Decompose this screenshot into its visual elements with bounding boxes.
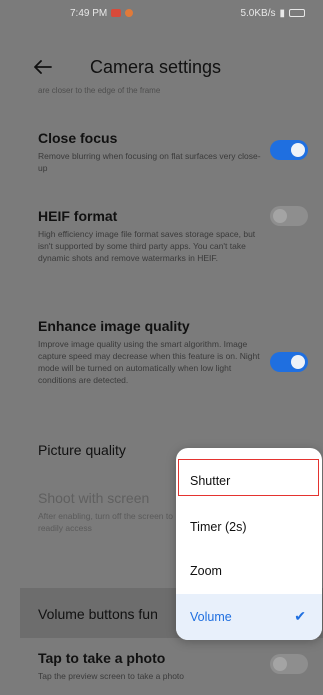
- battery-icon: [289, 9, 305, 17]
- setting-volume-buttons[interactable]: Volume buttons fun: [38, 606, 158, 622]
- setting-picture-quality[interactable]: Picture quality: [38, 442, 126, 458]
- status-bar: 7:49 PM 5.0KB/s ▮: [0, 0, 323, 26]
- setting-title: HEIF format: [38, 208, 118, 224]
- menu-item-label: Shutter: [190, 474, 231, 488]
- status-time: 7:49 PM: [70, 7, 108, 19]
- tap-photo-toggle[interactable]: [270, 654, 308, 674]
- notification-icon: [111, 9, 122, 17]
- menu-item-shutter[interactable]: Shutter: [176, 458, 322, 504]
- menu-item-label: Timer (2s): [190, 520, 247, 534]
- app-notification-icon: [125, 9, 134, 17]
- menu-item-volume[interactable]: Volume ✔: [176, 594, 322, 640]
- clipped-description: are closer to the edge of the frame: [38, 86, 161, 95]
- menu-item-label: Zoom: [190, 564, 222, 578]
- back-button[interactable]: [30, 54, 56, 80]
- heif-toggle[interactable]: [270, 206, 308, 226]
- setting-enhance-image-quality[interactable]: Enhance image quality Improve image qual…: [38, 318, 266, 386]
- page-title: Camera settings: [90, 57, 222, 77]
- back-arrow-icon: [34, 60, 52, 74]
- setting-title: Tap to take a photo: [38, 650, 166, 666]
- network-speed: 5.0KB/s: [240, 7, 276, 19]
- volume-buttons-menu: Shutter Timer (2s) Zoom Volume ✔: [176, 448, 322, 640]
- setting-description: Improve image quality using the smart al…: [38, 339, 260, 385]
- header: Camera settings: [0, 48, 323, 88]
- enhance-quality-toggle[interactable]: [270, 352, 308, 372]
- close-focus-toggle[interactable]: [270, 140, 308, 160]
- setting-description: High efficiency image file format saves …: [38, 229, 256, 263]
- setting-description: Remove blurring when focusing on flat su…: [38, 151, 261, 173]
- setting-heif-format[interactable]: HEIF format High efficiency image file f…: [38, 208, 266, 264]
- menu-item-timer[interactable]: Timer (2s): [176, 504, 322, 550]
- setting-description: Tap the preview screen to take a photo: [38, 671, 185, 681]
- menu-item-label: Volume: [190, 610, 232, 624]
- check-icon: ✔: [294, 608, 306, 624]
- setting-shoot-with-screen[interactable]: Shoot with screen: [38, 490, 149, 506]
- setting-title: Enhance image quality: [38, 318, 190, 334]
- setting-description: After enabling, turn off the screen to r…: [38, 511, 173, 533]
- setting-tap-to-take-photo[interactable]: Tap to take a photo Tap the preview scre…: [38, 650, 266, 682]
- signal-icon: ▮: [279, 7, 285, 19]
- menu-item-zoom[interactable]: Zoom: [176, 548, 322, 594]
- setting-close-focus[interactable]: Close focus Remove blurring when focusin…: [38, 130, 266, 174]
- setting-title: Close focus: [38, 130, 118, 146]
